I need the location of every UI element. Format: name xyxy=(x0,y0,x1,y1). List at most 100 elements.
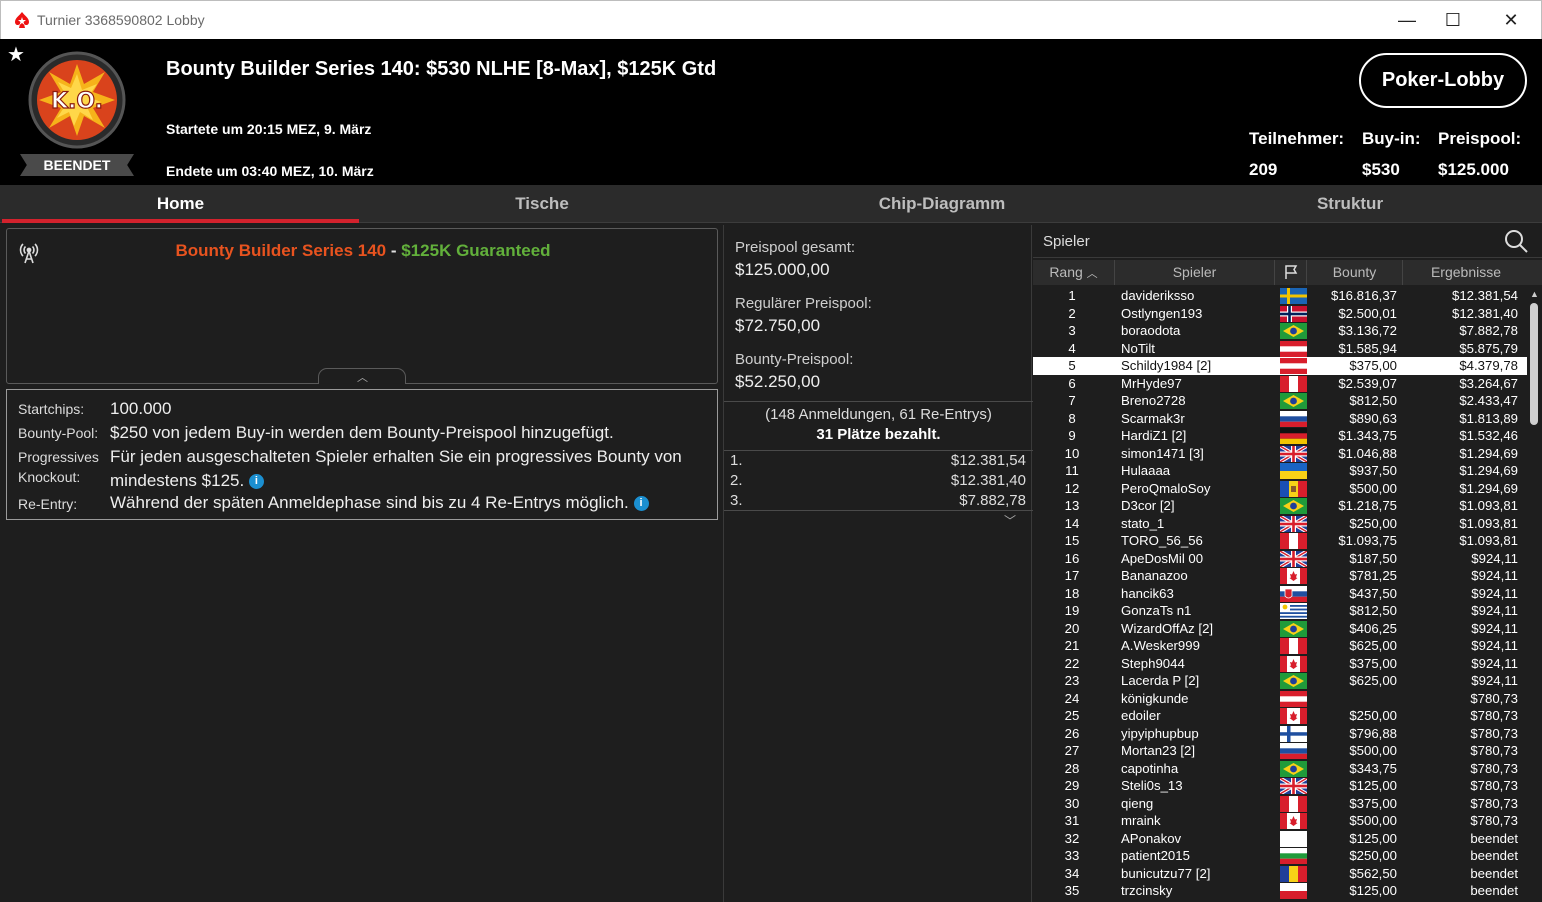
poker-lobby-button[interactable]: Poker-Lobby xyxy=(1359,53,1527,108)
player-row[interactable]: 16 ApeDosMil 00 $187,50 $924,11 xyxy=(1033,550,1527,568)
player-row[interactable]: 9 HardiZ1 [2] $1.343,75 $1.532,46 xyxy=(1033,427,1527,445)
player-rank: 16 xyxy=(1064,550,1080,566)
search-icon[interactable] xyxy=(1503,228,1529,254)
player-result: $924,11 xyxy=(1471,673,1518,688)
player-search[interactable]: Spieler xyxy=(1033,225,1542,258)
player-rank: 14 xyxy=(1064,515,1080,531)
player-row[interactable]: 1 davideriksso $16.816,37 $12.381,54 xyxy=(1033,287,1527,305)
regular-prizepool-label: Regulärer Preispool: xyxy=(735,295,872,312)
collapse-toggle[interactable]: ︿ xyxy=(318,368,406,384)
close-button[interactable]: ✕ xyxy=(1488,5,1534,35)
player-row[interactable]: 27 Mortan23 [2] $500,00 $780,73 xyxy=(1033,742,1527,760)
buyin-value: $530 xyxy=(1362,160,1400,179)
scrollbar-thumb[interactable] xyxy=(1530,303,1538,425)
player-row[interactable]: 20 WizardOffAz [2] $406,25 $924,11 xyxy=(1033,620,1527,638)
player-name: capotinha xyxy=(1121,760,1179,776)
minimize-button[interactable]: — xyxy=(1384,5,1430,35)
info-icon[interactable]: i xyxy=(633,496,649,512)
player-row[interactable]: 14 stato_1 $250,00 $1.093,81 xyxy=(1033,515,1527,533)
country-flag-icon xyxy=(1280,743,1307,759)
player-name: TORO_56_56 xyxy=(1121,533,1203,548)
country-flag-icon xyxy=(1280,305,1307,322)
player-row[interactable]: 13 D3cor [2] $1.218,75 $1.093,81 xyxy=(1033,497,1527,515)
player-bounty: $1.046,88 xyxy=(1338,445,1397,461)
player-rank: 10 xyxy=(1064,445,1080,461)
country-flag-icon xyxy=(1280,725,1307,742)
player-row[interactable]: 15 TORO_56_56 $1.093,75 $1.093,81 xyxy=(1033,532,1527,550)
player-row[interactable]: 8 Scarmak3r $890,63 $1.813,89 xyxy=(1033,410,1527,428)
tab-tables[interactable]: Tische xyxy=(362,185,722,223)
player-result: $780,73 xyxy=(1470,725,1518,741)
tab-structure[interactable]: Struktur xyxy=(1170,185,1530,223)
column-player[interactable]: Spieler xyxy=(1115,260,1275,285)
player-rank: 11 xyxy=(1065,463,1079,478)
player-row[interactable]: 18 hancik63 $437,50 $924,11 xyxy=(1033,585,1527,603)
players-panel: Spieler Rang ︿ Spieler Bounty Ergebnisse… xyxy=(1033,225,1542,902)
player-row[interactable]: 35 trzcinsky $125,00 beendet xyxy=(1033,882,1527,900)
player-bounty: $406,25 xyxy=(1349,620,1397,636)
player-row[interactable]: 19 GonzaTs n1 $812,50 $924,11 xyxy=(1033,602,1527,620)
player-name: davideriksso xyxy=(1121,288,1195,303)
player-rank: 22 xyxy=(1064,655,1080,671)
participants-label: Teilnehmer: xyxy=(1249,129,1345,148)
player-row[interactable]: 31 mraink $500,00 $780,73 xyxy=(1033,812,1527,830)
player-row[interactable]: 30 qieng $375,00 $780,73 xyxy=(1033,795,1527,813)
column-rank[interactable]: Rang ︿ xyxy=(1033,260,1115,285)
player-row[interactable]: 29 Steli0s_13 $125,00 $780,73 xyxy=(1033,777,1527,795)
info-icon[interactable]: i xyxy=(248,474,264,490)
player-rank: 6 xyxy=(1068,375,1076,391)
player-result: $1.813,89 xyxy=(1459,410,1518,426)
regular-prizepool-value: $72.750,00 xyxy=(735,316,821,335)
player-row[interactable]: 6 MrHyde97 $2.539,07 $3.264,67 xyxy=(1033,375,1527,393)
player-row[interactable]: 34 bunicutzu77 [2] $562,50 beendet xyxy=(1033,865,1527,883)
player-row[interactable]: 21 A.Wesker999 $625,00 $924,11 xyxy=(1033,637,1527,655)
player-name: GonzaTs n1 xyxy=(1121,603,1192,618)
column-rank-label: Rang xyxy=(1049,264,1083,280)
player-result: beendet xyxy=(1470,865,1518,881)
maximize-button[interactable]: ☐ xyxy=(1430,5,1476,35)
column-results[interactable]: Ergebnisse xyxy=(1403,260,1529,285)
player-row[interactable]: 32 APonakov $125,00 beendet xyxy=(1033,830,1527,848)
player-result: $924,11 xyxy=(1471,655,1518,671)
player-row[interactable]: 12 PeroQmaloSoy $500,00 $1.294,69 xyxy=(1033,480,1527,498)
player-row[interactable]: 26 yipyiphupbup $796,88 $780,73 xyxy=(1033,725,1527,743)
player-row[interactable]: 2 Ostlyngen193 $2.500,01 $12.381,40 xyxy=(1033,305,1527,323)
player-rank: 31 xyxy=(1064,813,1080,828)
player-result: $5.875,79 xyxy=(1459,340,1518,356)
scrollbar[interactable]: ▲ xyxy=(1527,287,1542,902)
player-row[interactable]: 28 capotinha $343,75 $780,73 xyxy=(1033,760,1527,778)
reentry-text: Während der späten Anmeldephase sind bis… xyxy=(110,493,629,512)
player-bounty: $250,00 xyxy=(1349,515,1397,531)
player-bounty: $125,00 xyxy=(1349,883,1397,898)
player-name: yipyiphupbup xyxy=(1121,725,1199,741)
player-result: $12.381,54 xyxy=(1451,288,1518,303)
column-flag[interactable] xyxy=(1275,260,1307,285)
player-row[interactable]: 33 patient2015 $250,00 beendet xyxy=(1033,847,1527,865)
player-row[interactable]: 5 Schildy1984 [2] $375,00 $4.379,78 xyxy=(1033,357,1527,375)
scroll-up-icon[interactable]: ▲ xyxy=(1530,289,1539,299)
player-row[interactable]: 4 NoTilt $1.585,94 $5.875,79 xyxy=(1033,340,1527,358)
player-rank: 28 xyxy=(1064,760,1080,776)
player-result: $2.433,47 xyxy=(1459,393,1518,408)
player-row[interactable]: 25 edoiler $250,00 $780,73 xyxy=(1033,707,1527,725)
player-row[interactable]: 17 Bananazoo $781,25 $924,11 xyxy=(1033,567,1527,585)
player-row[interactable]: 23 Lacerda P [2] $625,00 $924,11 xyxy=(1033,672,1527,690)
player-name: Ostlyngen193 xyxy=(1121,305,1203,321)
tab-home[interactable]: Home xyxy=(2,185,359,223)
tab-chip-chart[interactable]: Chip-Diagramm xyxy=(760,185,1124,223)
chevron-down-icon[interactable]: ﹀ xyxy=(1004,512,1016,529)
player-row[interactable]: 24 königkunde $780,73 xyxy=(1033,690,1527,708)
player-rank: 33 xyxy=(1064,848,1080,863)
player-row[interactable]: 11 Hulaaaa $937,50 $1.294,69 xyxy=(1033,462,1527,480)
country-flag-icon xyxy=(1280,480,1307,497)
column-bounty[interactable]: Bounty xyxy=(1307,260,1403,285)
player-row[interactable]: 10 simon1471 [3] $1.046,88 $1.294,69 xyxy=(1033,445,1527,463)
country-flag-icon xyxy=(1280,515,1307,532)
favorite-star-icon[interactable]: ★ xyxy=(7,45,25,65)
player-row[interactable]: 7 Breno2728 $812,50 $2.433,47 xyxy=(1033,392,1527,410)
player-result: $780,73 xyxy=(1470,760,1518,776)
player-row[interactable]: 3 boraodota $3.136,72 $7.882,78 xyxy=(1033,322,1527,340)
player-bounty: $2.539,07 xyxy=(1338,375,1397,391)
player-name: Breno2728 xyxy=(1121,393,1186,408)
player-row[interactable]: 22 Steph9044 $375,00 $924,11 xyxy=(1033,655,1527,673)
